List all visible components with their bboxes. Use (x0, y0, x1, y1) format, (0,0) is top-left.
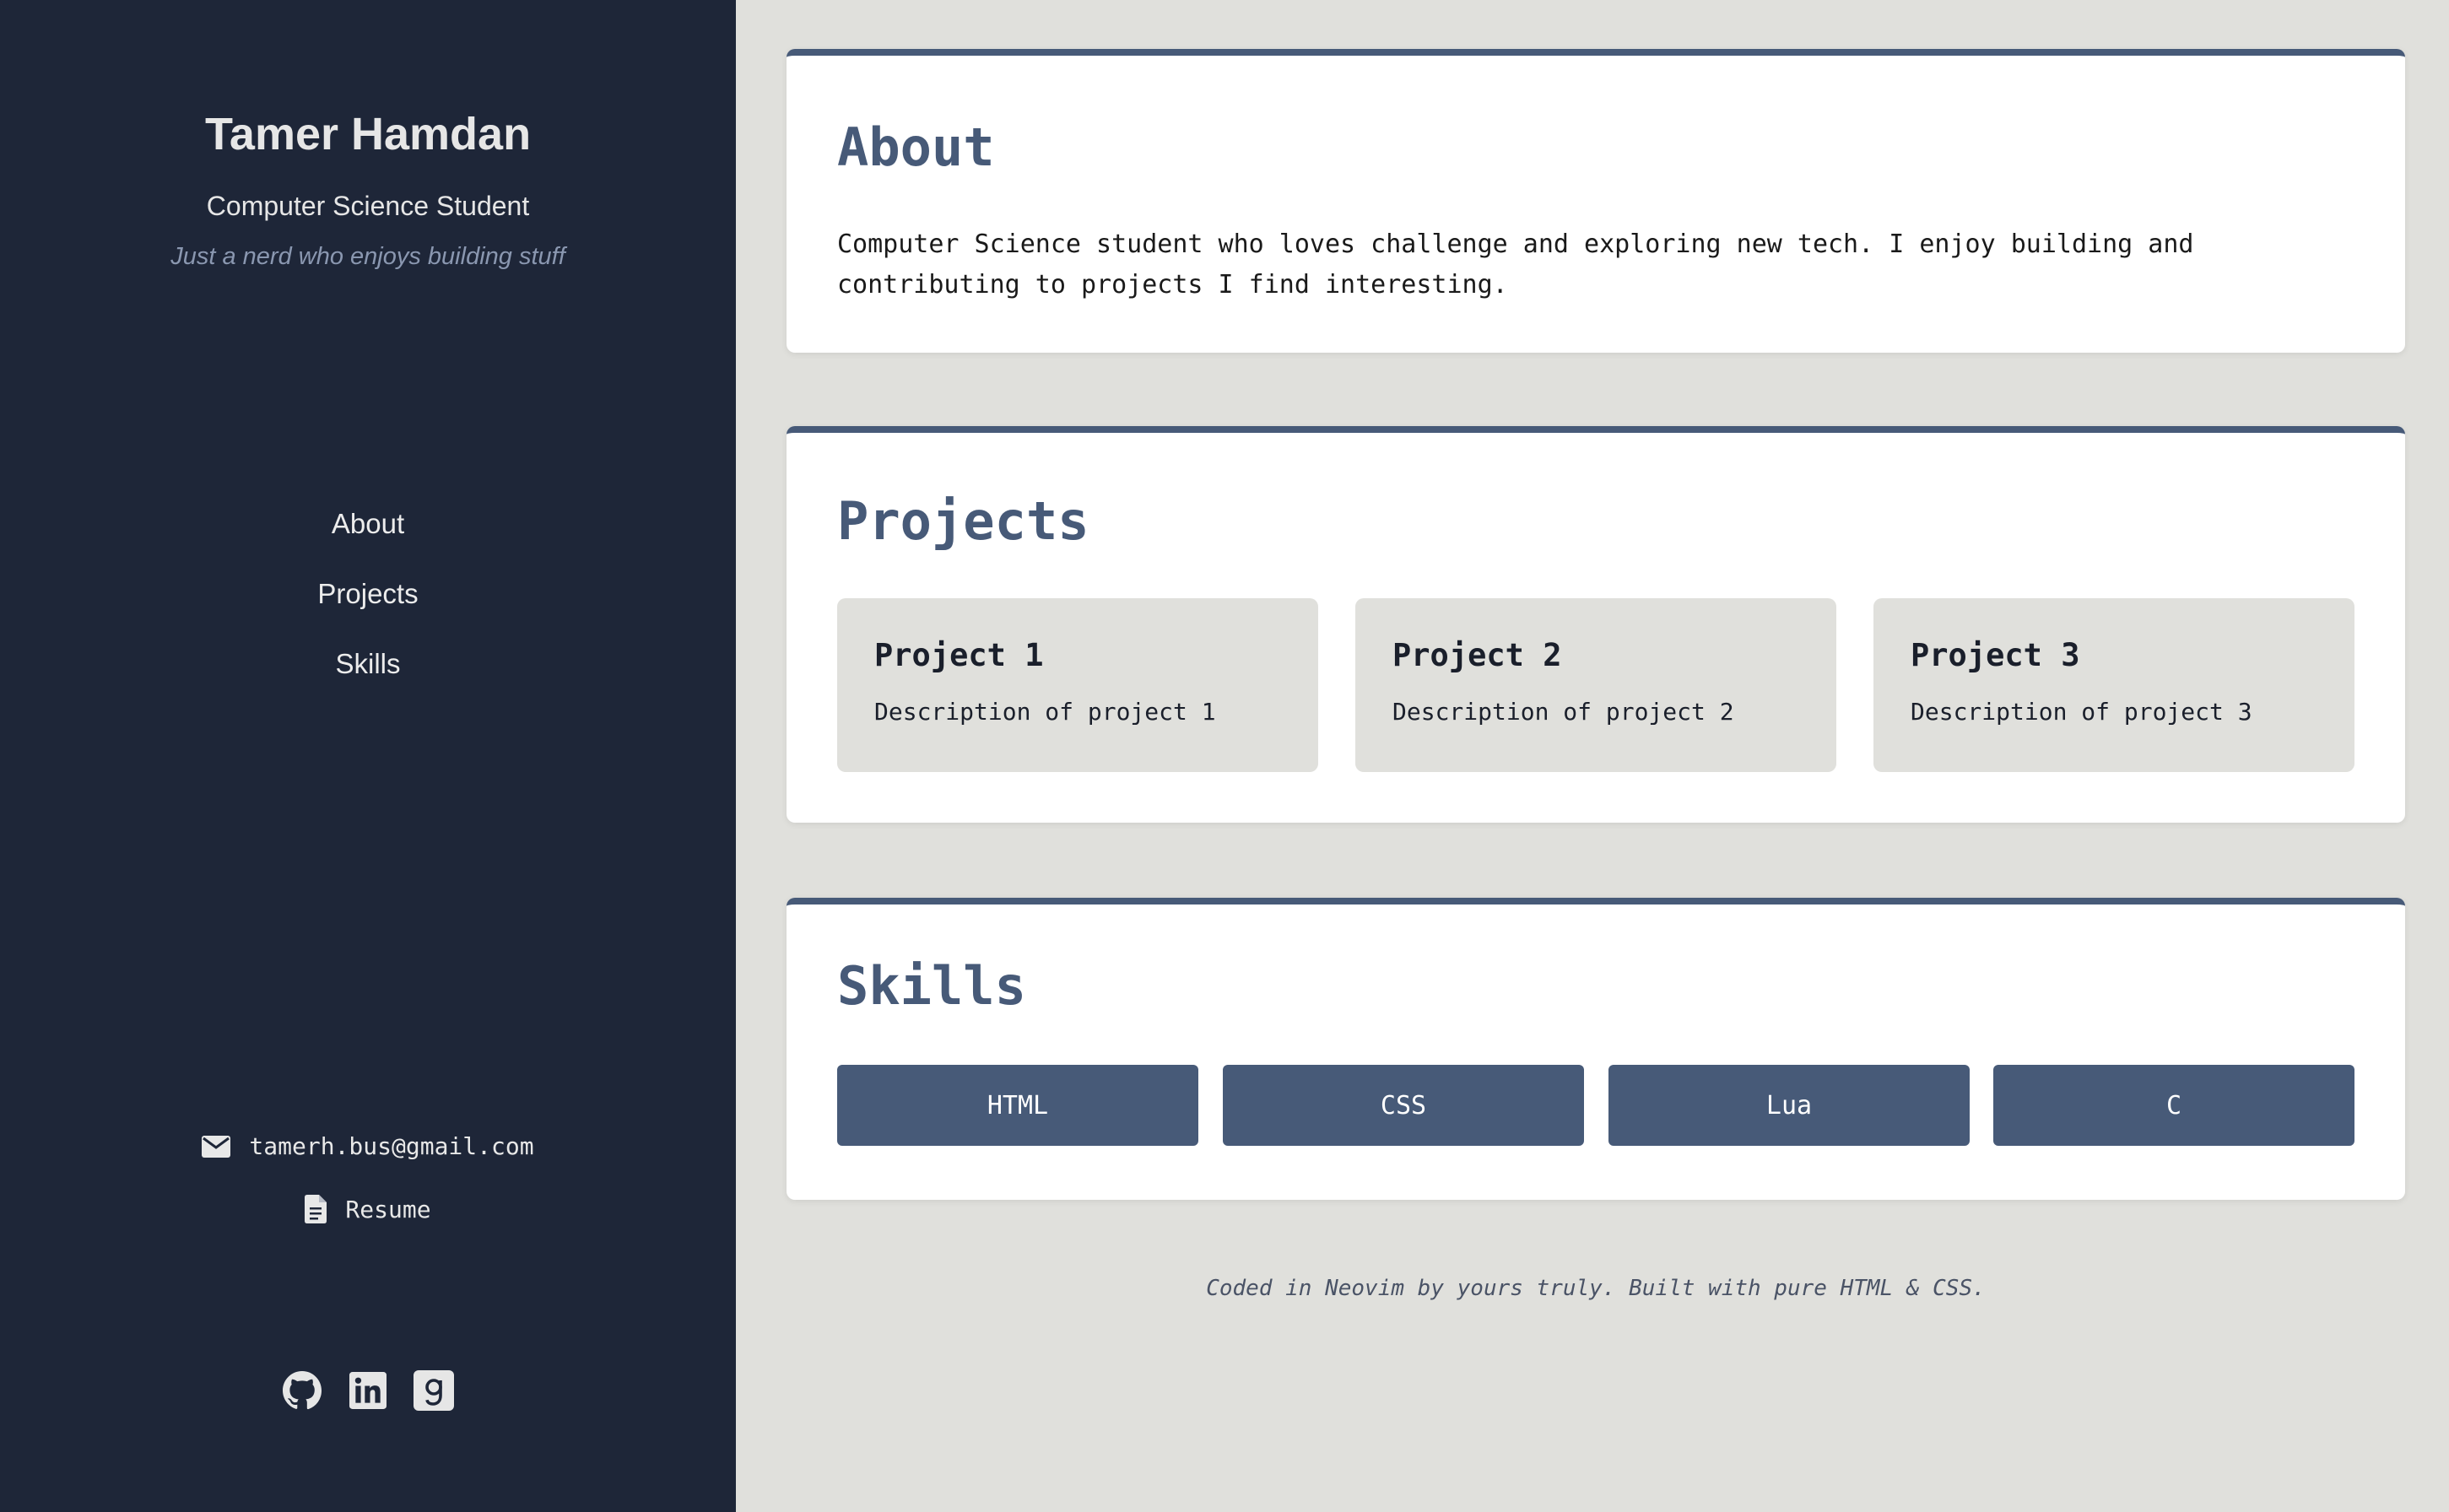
profile-tagline: Just a nerd who enjoys building stuff (170, 243, 565, 270)
project-description: Description of project 1 (874, 698, 1216, 726)
skill-badge-html: HTML (837, 1065, 1198, 1146)
envelope-icon (202, 1135, 231, 1158)
sidebar-nav: About Projects Skills (0, 503, 736, 713)
about-heading: About (837, 116, 995, 178)
github-icon[interactable] (282, 1369, 322, 1412)
profile-role: Computer Science Student (206, 191, 530, 221)
resume-text: Resume (345, 1195, 431, 1223)
nav-link-projects[interactable]: Projects (0, 573, 736, 643)
project-description: Description of project 3 (1911, 698, 2252, 726)
document-icon (305, 1195, 327, 1223)
projects-heading: Projects (837, 490, 1089, 552)
linkedin-icon[interactable] (348, 1369, 388, 1412)
project-description: Description of project 2 (1392, 698, 1734, 726)
social-links (0, 1369, 736, 1412)
skills-heading: Skills (837, 955, 1026, 1017)
resume-link[interactable]: Resume (0, 1195, 736, 1223)
skill-badge-lua: Lua (1608, 1065, 1970, 1146)
about-section: About Computer Science student who loves… (787, 49, 2405, 353)
goodreads-icon[interactable] (414, 1369, 454, 1412)
footer-text: Coded in Neovim by yours truly. Built wi… (1206, 1276, 1986, 1301)
project-card[interactable]: Project 1 Description of project 1 (837, 598, 1318, 772)
skill-badge-css: CSS (1223, 1065, 1584, 1146)
profile-name: Tamer Hamdan (204, 109, 532, 159)
about-text: Computer Science student who loves chall… (837, 230, 2194, 300)
nav-link-skills[interactable]: Skills (0, 643, 736, 713)
project-card[interactable]: Project 3 Description of project 3 (1873, 598, 2354, 772)
project-title: Project 3 (1911, 637, 2080, 673)
sidebar: Tamer Hamdan Computer Science Student Ju… (0, 0, 736, 1512)
project-title: Project 2 (1392, 637, 1562, 673)
email-text: tamerh.bus@gmail.com (249, 1132, 534, 1160)
skill-badge-c: C (1993, 1065, 2354, 1146)
skills-section: Skills HTML CSS Lua C (787, 898, 2405, 1200)
email-link[interactable]: tamerh.bus@gmail.com (0, 1132, 736, 1160)
project-title: Project 1 (874, 637, 1044, 673)
nav-link-about[interactable]: About (0, 503, 736, 573)
project-card[interactable]: Project 2 Description of project 2 (1355, 598, 1836, 772)
projects-section: Projects Project 1 Description of projec… (787, 426, 2405, 823)
